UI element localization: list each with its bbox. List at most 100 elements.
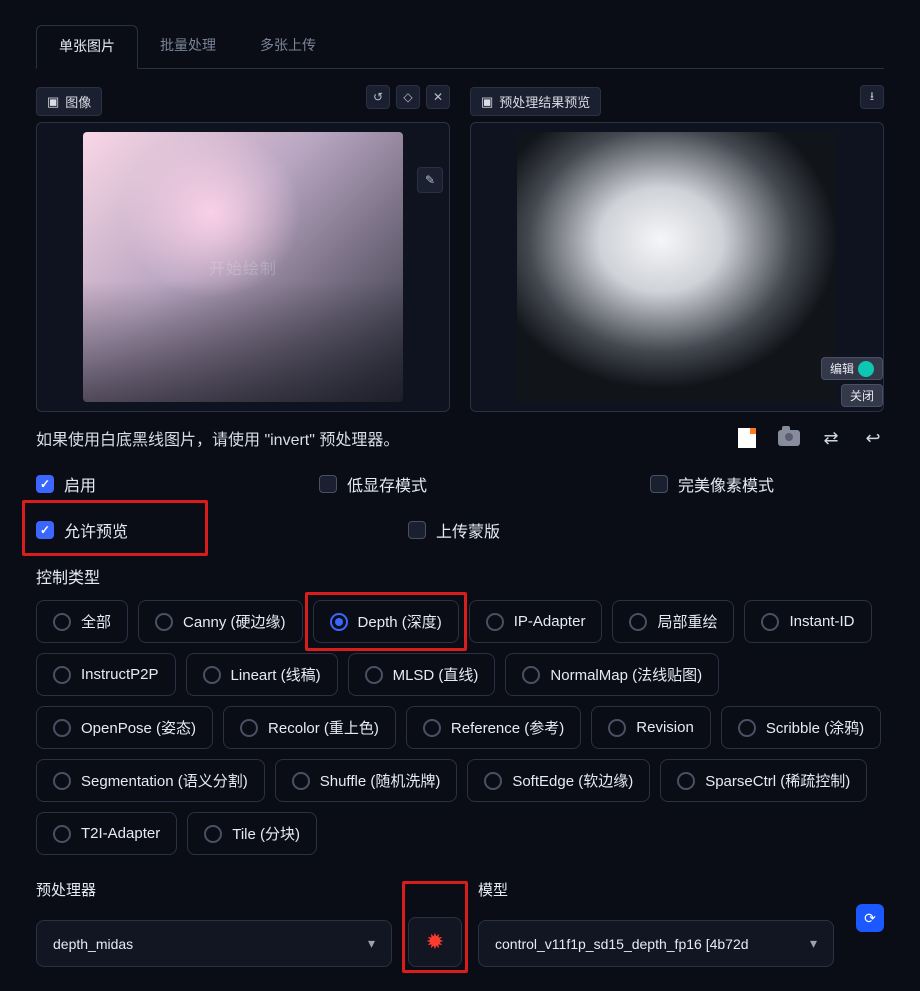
upload-mask-label: 上传蒙版 <box>436 518 500 542</box>
radio-dot-icon <box>53 719 71 737</box>
erase-icon[interactable]: ◇ <box>396 85 420 109</box>
radio-dot-icon <box>522 666 540 684</box>
radio-dot-icon <box>292 772 310 790</box>
input-image-title: ▣ 图像 <box>36 87 102 116</box>
radio-dot-icon <box>486 613 504 631</box>
undo-icon[interactable]: ↺ <box>366 85 390 109</box>
radio-dot-icon <box>204 825 222 843</box>
control-type-revision[interactable]: Revision <box>591 706 711 749</box>
pixel-perfect-label: 完美像素模式 <box>678 472 774 496</box>
model-value: control_v11f1p_sd15_depth_fp16 [4b72d <box>495 936 749 952</box>
chevron-down-icon: ▾ <box>810 935 817 952</box>
radio-dot-icon <box>761 613 779 631</box>
tab-multi-upload[interactable]: 多张上传 <box>238 25 338 69</box>
control-type-label: IP-Adapter <box>514 613 586 630</box>
edit-button[interactable]: 编辑 <box>821 357 883 380</box>
control-type-canny[interactable]: Canny (硬边缘) <box>138 600 303 643</box>
control-type-lineart[interactable]: Lineart (线稿) <box>186 653 338 696</box>
control-type-radio-group: 全部Canny (硬边缘)Depth (深度)IP-Adapter局部重绘Ins… <box>36 600 884 855</box>
radio-dot-icon <box>53 666 71 684</box>
preview-image-card: ▣ 预处理结果预览 ⭳ 编辑 关闭 <box>470 87 884 412</box>
invert-hint-text: 如果使用白底黑线图片，请使用 "invert" 预处理器。 <box>36 426 399 450</box>
lowvram-label: 低显存模式 <box>347 472 427 496</box>
control-type-ip-adapter[interactable]: IP-Adapter <box>469 600 603 643</box>
control-type-segmentation[interactable]: Segmentation (语义分割) <box>36 759 265 802</box>
control-type-instant-id[interactable]: Instant-ID <box>744 600 871 643</box>
control-type-label: Segmentation (语义分割) <box>81 770 248 791</box>
image-source-tabs: 单张图片 批量处理 多张上传 <box>36 24 884 69</box>
input-image-card: ▣ 图像 ↺ ◇ ✕ 开始绘制 ✎ <box>36 87 450 412</box>
radio-dot-icon <box>240 719 258 737</box>
radio-dot-icon <box>608 719 626 737</box>
control-type-label: SparseCtrl (稀疏控制) <box>705 770 850 791</box>
preview-image-title-text: 预处理结果预览 <box>499 92 590 111</box>
control-type-label: T2I-Adapter <box>81 825 160 842</box>
control-type-label: InstructP2P <box>81 666 159 683</box>
control-type-scribble[interactable]: Scribble (涂鸦) <box>721 706 881 749</box>
control-type-depth[interactable]: Depth (深度) <box>313 600 459 643</box>
send-back-icon[interactable]: ↩ <box>862 429 884 447</box>
control-type-tile[interactable]: Tile (分块) <box>187 812 317 855</box>
control-type-softedge[interactable]: SoftEdge (软边缘) <box>467 759 650 802</box>
input-image-overlay-text: 开始绘制 <box>209 255 277 279</box>
lowvram-checkbox[interactable] <box>319 475 337 493</box>
preprocessor-select[interactable]: depth_midas ▾ <box>36 920 392 967</box>
radio-dot-icon <box>203 666 221 684</box>
control-type-sparsectrl[interactable]: SparseCtrl (稀疏控制) <box>660 759 867 802</box>
control-type-[interactable]: 局部重绘 <box>612 600 734 643</box>
close-icon[interactable]: ✕ <box>426 85 450 109</box>
swap-icon[interactable]: ⇄ <box>820 429 842 447</box>
radio-dot-icon <box>677 772 695 790</box>
control-type-reference[interactable]: Reference (参考) <box>406 706 581 749</box>
control-type-mlsd[interactable]: MLSD (直线) <box>348 653 496 696</box>
control-type-normalmap[interactable]: NormalMap (法线贴图) <box>505 653 719 696</box>
radio-dot-icon <box>330 613 348 631</box>
model-label: 模型 <box>478 879 834 900</box>
control-type-recolor[interactable]: Recolor (重上色) <box>223 706 396 749</box>
close-preview-button[interactable]: 关闭 <box>841 384 883 407</box>
control-type-[interactable]: 全部 <box>36 600 128 643</box>
control-type-label: Scribble (涂鸦) <box>766 717 864 738</box>
radio-dot-icon <box>53 613 71 631</box>
preview-image-title: ▣ 预处理结果预览 <box>470 87 601 116</box>
control-type-label: OpenPose (姿态) <box>81 717 196 738</box>
photopea-icon <box>858 361 874 377</box>
pencil-icon[interactable]: ✎ <box>417 167 443 193</box>
camera-icon[interactable] <box>778 429 800 447</box>
enable-label: 启用 <box>64 472 96 496</box>
enable-checkbox[interactable] <box>36 475 54 493</box>
refresh-models-button[interactable]: ⟳ <box>856 904 884 932</box>
preview-image-canvas: 编辑 关闭 <box>470 122 884 412</box>
download-icon[interactable]: ⭳ <box>860 85 884 109</box>
control-type-label: Tile (分块) <box>232 823 300 844</box>
radio-dot-icon <box>53 772 71 790</box>
radio-dot-icon <box>423 719 441 737</box>
pixel-perfect-checkbox[interactable] <box>650 475 668 493</box>
image-icon: ▣ <box>47 94 59 110</box>
control-type-label: SoftEdge (软边缘) <box>512 770 633 791</box>
preprocessor-label: 预处理器 <box>36 879 392 900</box>
allow-preview-checkbox[interactable] <box>36 521 54 539</box>
control-type-openpose[interactable]: OpenPose (姿态) <box>36 706 213 749</box>
preprocessor-value: depth_midas <box>53 936 133 952</box>
control-type-label: Revision <box>636 719 694 736</box>
control-type-label: MLSD (直线) <box>393 664 479 685</box>
tab-single-image[interactable]: 单张图片 <box>36 25 138 69</box>
model-select[interactable]: control_v11f1p_sd15_depth_fp16 [4b72d ▾ <box>478 920 834 967</box>
control-type-t2i-adapter[interactable]: T2I-Adapter <box>36 812 177 855</box>
radio-dot-icon <box>484 772 502 790</box>
radio-dot-icon <box>53 825 71 843</box>
upload-mask-checkbox[interactable] <box>408 521 426 539</box>
tab-batch[interactable]: 批量处理 <box>138 25 238 69</box>
run-preprocessor-button[interactable]: ✹ <box>408 917 462 967</box>
radio-dot-icon <box>629 613 647 631</box>
input-image-title-text: 图像 <box>65 92 91 111</box>
chevron-down-icon: ▾ <box>368 935 375 952</box>
new-canvas-icon[interactable] <box>736 429 758 447</box>
control-type-label: Depth (深度) <box>358 611 442 632</box>
input-image-canvas[interactable]: 开始绘制 ✎ <box>36 122 450 412</box>
control-type-instructp2p[interactable]: InstructP2P <box>36 653 176 696</box>
control-type-label: Lineart (线稿) <box>231 664 321 685</box>
control-type-label: Reference (参考) <box>451 717 564 738</box>
control-type-shuffle[interactable]: Shuffle (随机洗牌) <box>275 759 458 802</box>
